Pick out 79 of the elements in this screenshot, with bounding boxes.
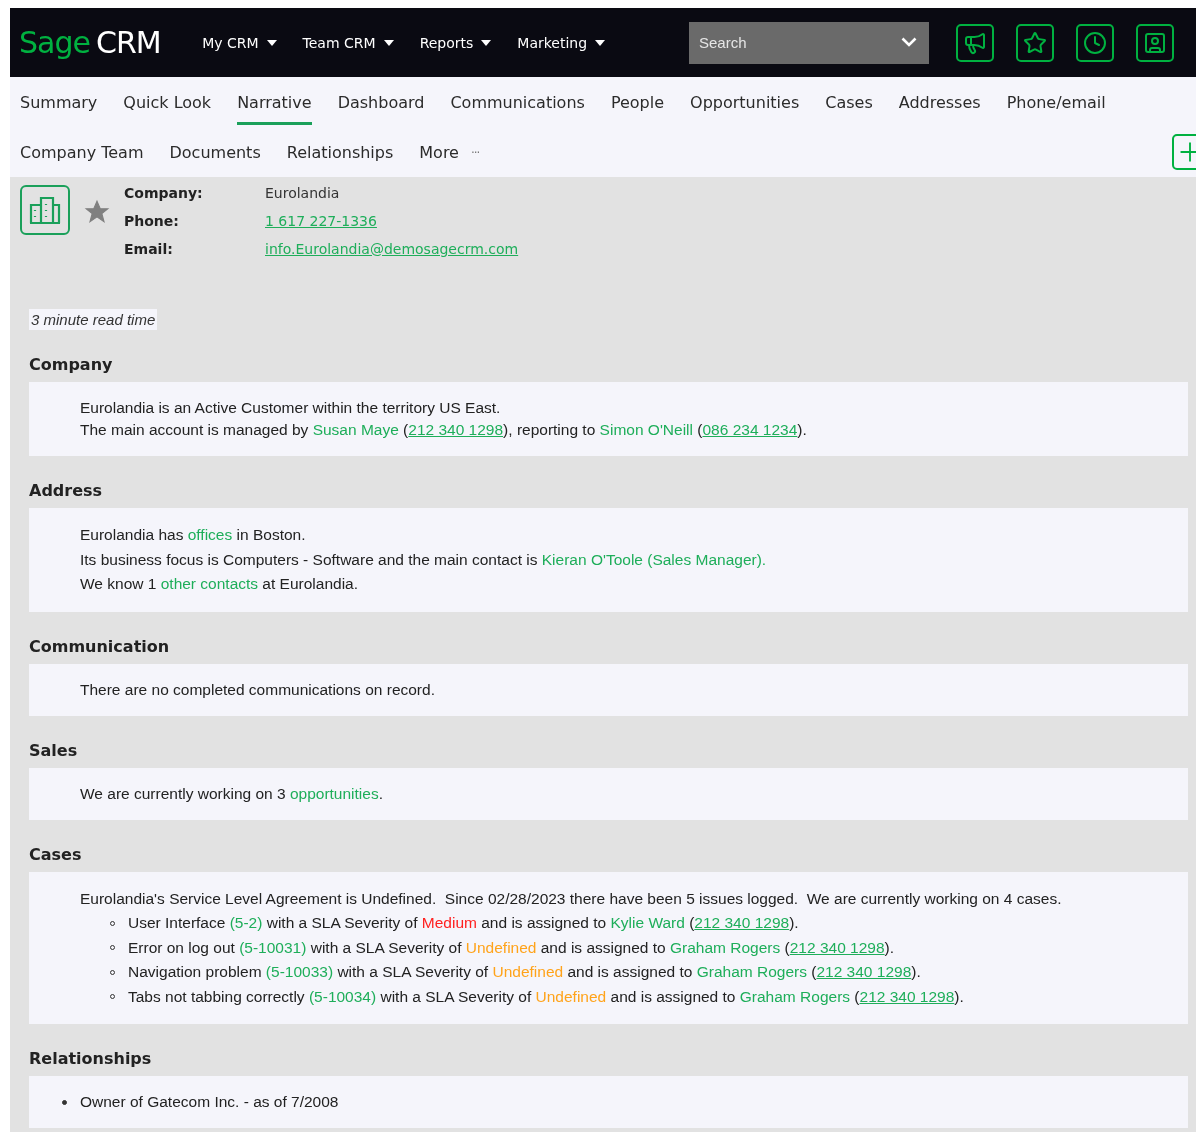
user-icon[interactable] bbox=[1136, 23, 1174, 62]
link[interactable]: Simon O'Neill bbox=[599, 421, 693, 438]
link[interactable]: opportunities bbox=[289, 784, 379, 802]
section-title: Address bbox=[29, 480, 104, 502]
tab[interactable]: Documents bbox=[169, 129, 261, 175]
paragraph: Eurolandia has offices in Boston. bbox=[80, 525, 306, 545]
search-field[interactable]: Search bbox=[689, 21, 929, 64]
bullet-icon bbox=[62, 1099, 67, 1105]
field-label: Email: bbox=[124, 241, 174, 257]
severity-label: Undefined bbox=[492, 963, 564, 980]
field-value: Eurolandia bbox=[265, 185, 341, 201]
list-item: Owner of Gatecom Inc. - as of 7/2008 bbox=[80, 1092, 339, 1112]
tab[interactable]: Narrative bbox=[237, 79, 312, 125]
field-label: Company: bbox=[124, 185, 204, 201]
link[interactable]: offices bbox=[187, 526, 233, 543]
clock-icon[interactable] bbox=[1076, 23, 1114, 62]
caret-icon bbox=[266, 39, 277, 46]
section-title: Cases bbox=[29, 843, 83, 866]
tab[interactable]: Dashboard bbox=[337, 79, 425, 125]
field-link[interactable]: 1 617 227-1336 bbox=[265, 213, 519, 229]
severity-label: Undefined bbox=[535, 987, 607, 1005]
field-label: Phone: bbox=[124, 213, 180, 229]
section-title: Communication bbox=[29, 635, 171, 658]
chevron-icon[interactable] bbox=[901, 36, 917, 47]
link[interactable]: Susan Maye bbox=[312, 421, 399, 438]
caret-icon bbox=[481, 39, 492, 46]
tab[interactable]: More ··· bbox=[419, 129, 480, 175]
link[interactable]: (5-10031) bbox=[239, 938, 307, 956]
tab[interactable]: Summary bbox=[20, 79, 98, 125]
paragraph: Eurolandia's Service Level Agreement is Undefined. Since 02/28/2023 there have been 5 issues logged. We are currently working on 4 cases. bbox=[80, 888, 1062, 909]
tab[interactable]: Opportunities bbox=[690, 79, 800, 125]
link[interactable]: other contacts bbox=[160, 575, 259, 592]
list-item: Navigation problem (5-10033) with a SLA Severity of Undefined and is assigned to Graham Rogers (212 340 1298). bbox=[128, 962, 921, 982]
tab[interactable]: Phone/email bbox=[1006, 79, 1106, 125]
paragraph: Its business focus is Computers - Software and the main contact is Kieran O'Toole (Sales Manager). bbox=[80, 549, 767, 570]
caret-icon bbox=[383, 39, 394, 46]
menu-item[interactable]: Marketing bbox=[517, 34, 606, 51]
severity-label: Medium bbox=[421, 914, 477, 931]
link[interactable]: (5-2) bbox=[229, 914, 263, 931]
caret-icon bbox=[595, 39, 606, 46]
paragraph: Eurolandia is an Active Customer within the territory US East. bbox=[80, 398, 501, 418]
paragraph: We know 1 other contacts at Eurolandia. bbox=[80, 574, 359, 594]
menu-item[interactable]: Reports bbox=[419, 34, 492, 51]
building-icon bbox=[20, 185, 70, 235]
menu-item[interactable]: Team CRM bbox=[302, 34, 394, 51]
tab[interactable]: Communications bbox=[450, 79, 585, 125]
favorite-icon[interactable] bbox=[84, 199, 110, 225]
logo: Sage CRM bbox=[19, 25, 162, 60]
list-item: Tabs not tabbing correctly (5-10034) with a SLA Severity of Undefined and is assigned to Graham Rogers (212 340 1298). bbox=[128, 986, 964, 1007]
section-title: Sales bbox=[29, 739, 79, 762]
severity-label: Undefined bbox=[465, 938, 537, 956]
tab[interactable]: Relationships bbox=[286, 129, 394, 175]
link[interactable]: Graham Rogers bbox=[739, 987, 851, 1005]
more-icon: ··· bbox=[470, 145, 480, 160]
link[interactable]: Graham Rogers bbox=[670, 938, 781, 956]
list-item: Error on log out (5-10031) with a SLA Severity of Undefined and is assigned to Graham Rogers (212 340 1298). bbox=[128, 937, 895, 958]
paragraph: The main account is managed by Susan Maye (212 340 1298), reporting to Simon O'Neill (086 234 1234). bbox=[80, 420, 807, 440]
tab[interactable]: Quick Look bbox=[123, 79, 212, 125]
read-time: 3 minute read time bbox=[29, 309, 158, 330]
phone-link[interactable]: 212 340 1298 bbox=[694, 914, 790, 931]
megaphone-icon[interactable] bbox=[956, 23, 994, 62]
phone-link[interactable]: 212 340 1298 bbox=[789, 938, 885, 956]
link[interactable]: (5-10034) bbox=[308, 987, 377, 1005]
link[interactable]: Kylie Ward bbox=[610, 914, 685, 931]
section-title: Company bbox=[29, 354, 114, 376]
menu-item[interactable]: My CRM bbox=[202, 34, 277, 51]
link[interactable]: Kieran O'Toole (Sales Manager). bbox=[541, 550, 767, 568]
link[interactable]: Graham Rogers bbox=[696, 963, 807, 980]
tab[interactable]: Addresses bbox=[898, 79, 981, 125]
paragraph: We are currently working on 3 opportunities. bbox=[80, 783, 383, 804]
section-title: Relationships bbox=[29, 1048, 153, 1070]
link[interactable]: (5-10033) bbox=[265, 963, 334, 980]
phone-link[interactable]: 212 340 1298 bbox=[408, 421, 504, 438]
tab[interactable]: Company Team bbox=[20, 129, 144, 175]
paragraph: There are no completed communications on record. bbox=[80, 679, 435, 700]
tab[interactable]: People bbox=[610, 79, 665, 125]
field-link[interactable]: info.Eurolandia@demosagecrm.com bbox=[265, 241, 519, 257]
list-item: User Interface (5-2) with a SLA Severity of Medium and is assigned to Kylie Ward (212 340 1298). bbox=[128, 913, 799, 933]
tab[interactable]: Cases bbox=[825, 79, 873, 125]
